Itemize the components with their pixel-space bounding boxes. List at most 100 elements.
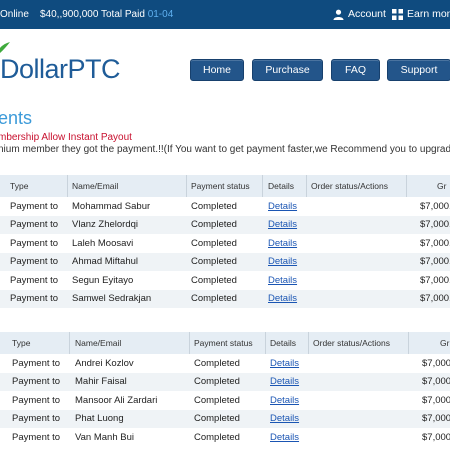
total-paid: $40,,900,000 Total Paid 01-04 (40, 9, 173, 20)
col-details: Details (268, 181, 294, 191)
logo-text: DollarPTC (0, 54, 121, 84)
row-status: Completed (191, 219, 237, 231)
row-status: Completed (191, 237, 237, 249)
table-row: Payment to Samwel Sedrakjan Completed De… (0, 289, 450, 309)
table-header: Type Name/Email Payment status Details O… (0, 175, 450, 197)
nav-faq-button[interactable]: FAQ (331, 59, 380, 81)
row-gross: $7,000 (422, 431, 450, 443)
row-type: Payment to (12, 394, 61, 406)
online-count: Online (0, 9, 29, 20)
details-link[interactable]: Details (268, 216, 297, 235)
row-type: Payment to (12, 376, 61, 388)
site-logo[interactable]: DollarPTC (0, 42, 158, 88)
row-name: Mansoor Ali Zardari (75, 394, 158, 406)
table-row: Payment to Mahir Faisal Completed Detail… (0, 372, 450, 392)
page-title: ents (0, 108, 33, 128)
row-name: Mahir Faisal (75, 376, 127, 388)
row-type: Payment to (10, 200, 59, 212)
details-link[interactable]: Details (270, 354, 299, 373)
details-link[interactable]: Details (268, 253, 297, 272)
row-type: Payment to (12, 431, 61, 443)
table-row: Payment to Mansoor Ali Zardari Completed… (0, 391, 450, 410)
row-status: Completed (191, 256, 237, 268)
table-row: Payment to Laleh Moosavi Completed Detai… (0, 234, 450, 253)
row-gross: $7,000 (422, 394, 450, 406)
row-gross: $7,000. (420, 237, 450, 249)
row-gross: $7,000. (420, 293, 450, 305)
account-label: Account (348, 8, 386, 20)
row-status: Completed (191, 200, 237, 212)
col-status: Payment status (194, 338, 253, 348)
details-link[interactable]: Details (270, 410, 299, 429)
upgrade-notice: nium member they got the payment.!!(If Y… (0, 144, 450, 155)
row-status: Completed (194, 394, 240, 406)
row-gross: $7,000 (422, 357, 450, 369)
details-link[interactable]: Details (268, 271, 297, 290)
user-icon (333, 9, 344, 20)
row-status: Completed (191, 274, 237, 286)
row-name: Segun Eyitayo (72, 274, 134, 286)
total-paid-label: $40,,900,000 Total Paid (40, 9, 145, 20)
row-name: Andrei Kozlov (75, 357, 134, 369)
row-type: Payment to (10, 219, 59, 231)
table-header: Type Name/Email Payment status Details O… (0, 332, 450, 354)
col-name: Name/Email (72, 181, 119, 191)
earn-money-label: Earn mone (407, 8, 450, 20)
col-order-status: Order status/Actions (311, 181, 389, 191)
row-status: Completed (194, 413, 240, 425)
row-type: Payment to (12, 357, 61, 369)
row-gross: $7,000. (420, 219, 450, 231)
row-type: Payment to (10, 256, 59, 268)
row-gross: $7,000. (420, 200, 450, 212)
col-status: Payment status (191, 181, 250, 191)
table-row: Payment to Vlanz Zhelordqi Completed Det… (0, 215, 450, 235)
earn-money-link[interactable]: Earn mone (392, 8, 450, 20)
top-bar: Online $40,,900,000 Total Paid 01-04 Acc… (0, 0, 450, 29)
row-type: Payment to (10, 274, 59, 286)
col-order-status: Order status/Actions (313, 338, 391, 348)
details-link[interactable]: Details (268, 197, 297, 216)
row-name: Laleh Moosavi (72, 237, 134, 249)
table-row: Payment to Phat Luong Completed Details … (0, 409, 450, 429)
row-status: Completed (191, 293, 237, 305)
col-details: Details (270, 338, 296, 348)
nav-purchase-button[interactable]: Purchase (252, 59, 323, 81)
table-row: Payment to Andrei Kozlov Completed Detai… (0, 354, 450, 373)
row-type: Payment to (10, 293, 59, 305)
col-gross: Gr (437, 181, 447, 191)
table-row: Payment to Segun Eyitayo Completed Detai… (0, 271, 450, 290)
row-gross: $7,000. (420, 274, 450, 286)
col-type: Type (12, 338, 31, 348)
row-gross: $7,000 (422, 413, 450, 425)
paid-date: 01-04 (147, 9, 174, 20)
row-gross: $7,000 (422, 376, 450, 388)
account-link[interactable]: Account (333, 8, 386, 20)
nav-home-button[interactable]: Home (190, 59, 244, 81)
row-type: Payment to (10, 237, 59, 249)
row-status: Completed (194, 431, 240, 443)
table-row: Payment to Van Manh Bui Completed Detail… (0, 428, 450, 447)
details-link[interactable]: Details (270, 428, 299, 447)
row-status: Completed (194, 357, 240, 369)
row-name: Phat Luong (75, 413, 124, 425)
row-name: Ahmad Miftahul (72, 256, 139, 268)
table-row: Payment to Mohammad Sabur Completed Deta… (0, 197, 450, 216)
row-name: Vlanz Zhelordqi (72, 219, 139, 231)
table-row: Payment to Ahmad Miftahul Completed Deta… (0, 252, 450, 272)
row-gross: $7,000. (420, 256, 450, 268)
details-link[interactable]: Details (270, 373, 299, 392)
details-link[interactable]: Details (268, 234, 297, 253)
col-gross: Gr (440, 338, 450, 348)
row-name: Samwel Sedrakjan (72, 293, 152, 305)
details-link[interactable]: Details (268, 290, 297, 309)
instant-payout-notice: mbership Allow Instant Payout (0, 132, 132, 143)
nav-support-button[interactable]: Support (387, 59, 450, 81)
row-name: Mohammad Sabur (72, 200, 151, 212)
grid-icon (392, 8, 403, 20)
col-type: Type (10, 181, 29, 191)
row-type: Payment to (12, 413, 61, 425)
row-status: Completed (194, 376, 240, 388)
row-name: Van Manh Bui (75, 431, 134, 443)
details-link[interactable]: Details (270, 391, 299, 410)
col-name: Name/Email (75, 338, 122, 348)
